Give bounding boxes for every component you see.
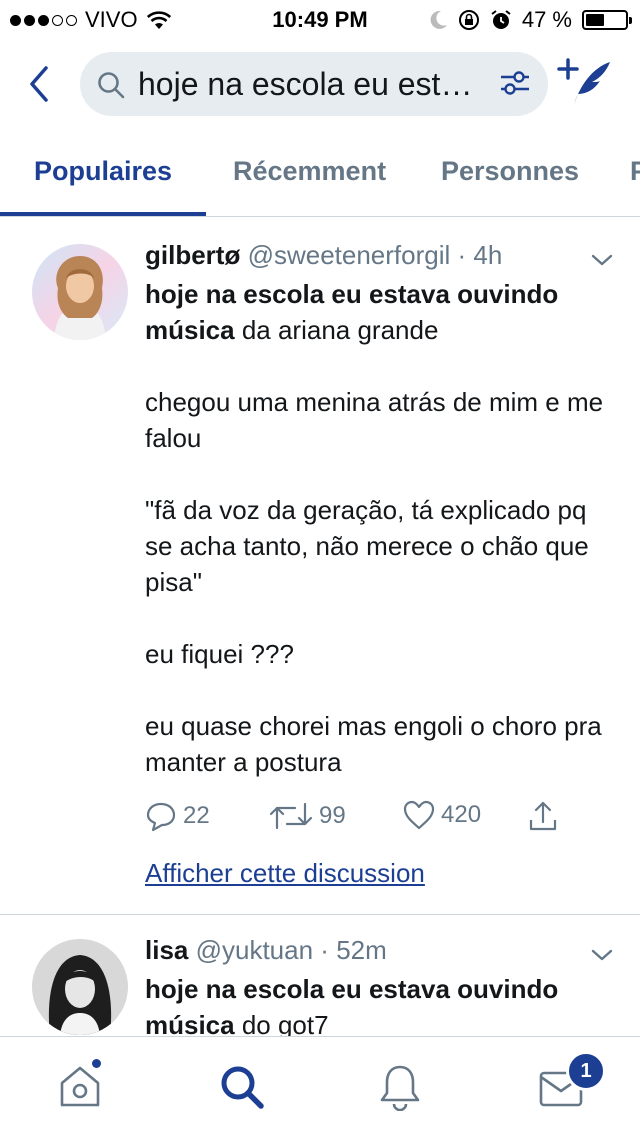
tweet-header: gilbertø @sweetenerforgil · 4h [145,240,502,271]
chevron-down-icon[interactable] [590,252,614,268]
chevron-down-icon[interactable] [590,947,614,963]
search-icon[interactable] [218,1063,266,1111]
tweet-paragraph: chegou uma menina atrás de mim e me falo… [145,387,604,453]
avatar[interactable] [32,244,128,340]
reply-button[interactable]: 22 [145,800,210,832]
search-term-highlight: hoje na escola eu estava ouvindo música [145,974,559,1036]
retweet-icon [269,802,313,830]
battery-percent: 47 % [521,7,572,32]
search-tabs: Populaires Récemment Personnes P [0,130,640,217]
tweet-header: lisa @yuktuan · 52m [145,935,387,966]
share-icon [529,801,557,831]
active-tab-indicator [0,212,206,216]
tab-popular[interactable]: Populaires [34,156,172,187]
reply-bubble-icon [146,802,176,832]
search-query-text[interactable]: hoje na escola eu estava ouvindo música [138,66,478,102]
tweet-text: hoje na escola eu estava ouvindo música … [145,276,615,780]
compose-tweet-icon[interactable] [556,56,614,108]
tweet-card[interactable]: lisa @yuktuan · 52m hoje na escola eu es… [0,915,640,1036]
display-name[interactable]: gilbertø [145,240,240,270]
tweet-text-span: do got7 [234,1010,329,1036]
reply-count: 22 [183,802,210,829]
retweet-button[interactable]: 99 [269,800,346,832]
status-indicators: 47 % [430,7,632,33]
home-icon[interactable] [58,1063,102,1109]
heart-icon [403,800,435,830]
tweet-card[interactable]: gilbertø @sweetenerforgil · 4h hoje na e… [0,218,640,914]
search-header: hoje na escola eu estava ouvindo música [0,40,640,130]
back-chevron-icon[interactable] [20,62,60,106]
search-icon [98,72,125,99]
battery-level-fill [586,14,604,26]
tweet-paragraph: hoje na escola eu estava ouvindo música … [145,971,615,1036]
display-name[interactable]: lisa [145,935,188,965]
messages-badge: 1 [566,1051,606,1091]
handle[interactable]: @yuktuan [196,935,313,965]
tweet-actions: 22 99 420 [145,800,595,840]
avatar[interactable] [32,939,128,1035]
battery-icon [582,10,632,30]
tweet-paragraph: eu fiquei ??? [145,639,294,669]
tab-photos-partial[interactable]: P [630,156,640,187]
timestamp[interactable]: 4h [473,240,502,270]
like-button[interactable]: 420 [403,800,481,830]
timestamp[interactable]: 52m [336,935,387,965]
alarm-clock-icon [491,10,511,29]
share-button[interactable] [527,800,559,832]
rotation-lock-icon [458,10,479,30]
meta-separator: · [313,935,337,965]
retweet-count: 99 [319,802,346,829]
tweet-paragraph: eu quase chorei mas engoli o choro pra m… [145,711,602,777]
tweet-text-span: da ariana grande [234,315,439,345]
new-content-indicator [92,1059,101,1068]
tweet-paragraph: hoje na escola eu estava ouvindo música … [145,276,615,348]
tweet-paragraph: "fã da voz da geração, tá explicado pq s… [145,495,589,597]
like-count: 420 [441,801,482,828]
tab-people[interactable]: Personnes [441,156,579,187]
tab-recent[interactable]: Récemment [233,156,386,187]
tweet-text: hoje na escola eu estava ouvindo música … [145,971,615,1036]
show-thread-link[interactable]: Afficher cette discussion [145,858,425,889]
search-field[interactable]: hoje na escola eu estava ouvindo música [80,52,548,116]
bottom-tab-bar: 1 [0,1036,640,1137]
notifications-bell-icon[interactable] [378,1063,422,1111]
meta-separator: · [450,240,474,270]
do-not-disturb-moon-icon [430,10,447,29]
filter-sliders-icon[interactable] [498,66,532,100]
status-bar: VIVO 10:49 PM 47 % [0,0,640,40]
handle[interactable]: @sweetenerforgil [248,240,451,270]
